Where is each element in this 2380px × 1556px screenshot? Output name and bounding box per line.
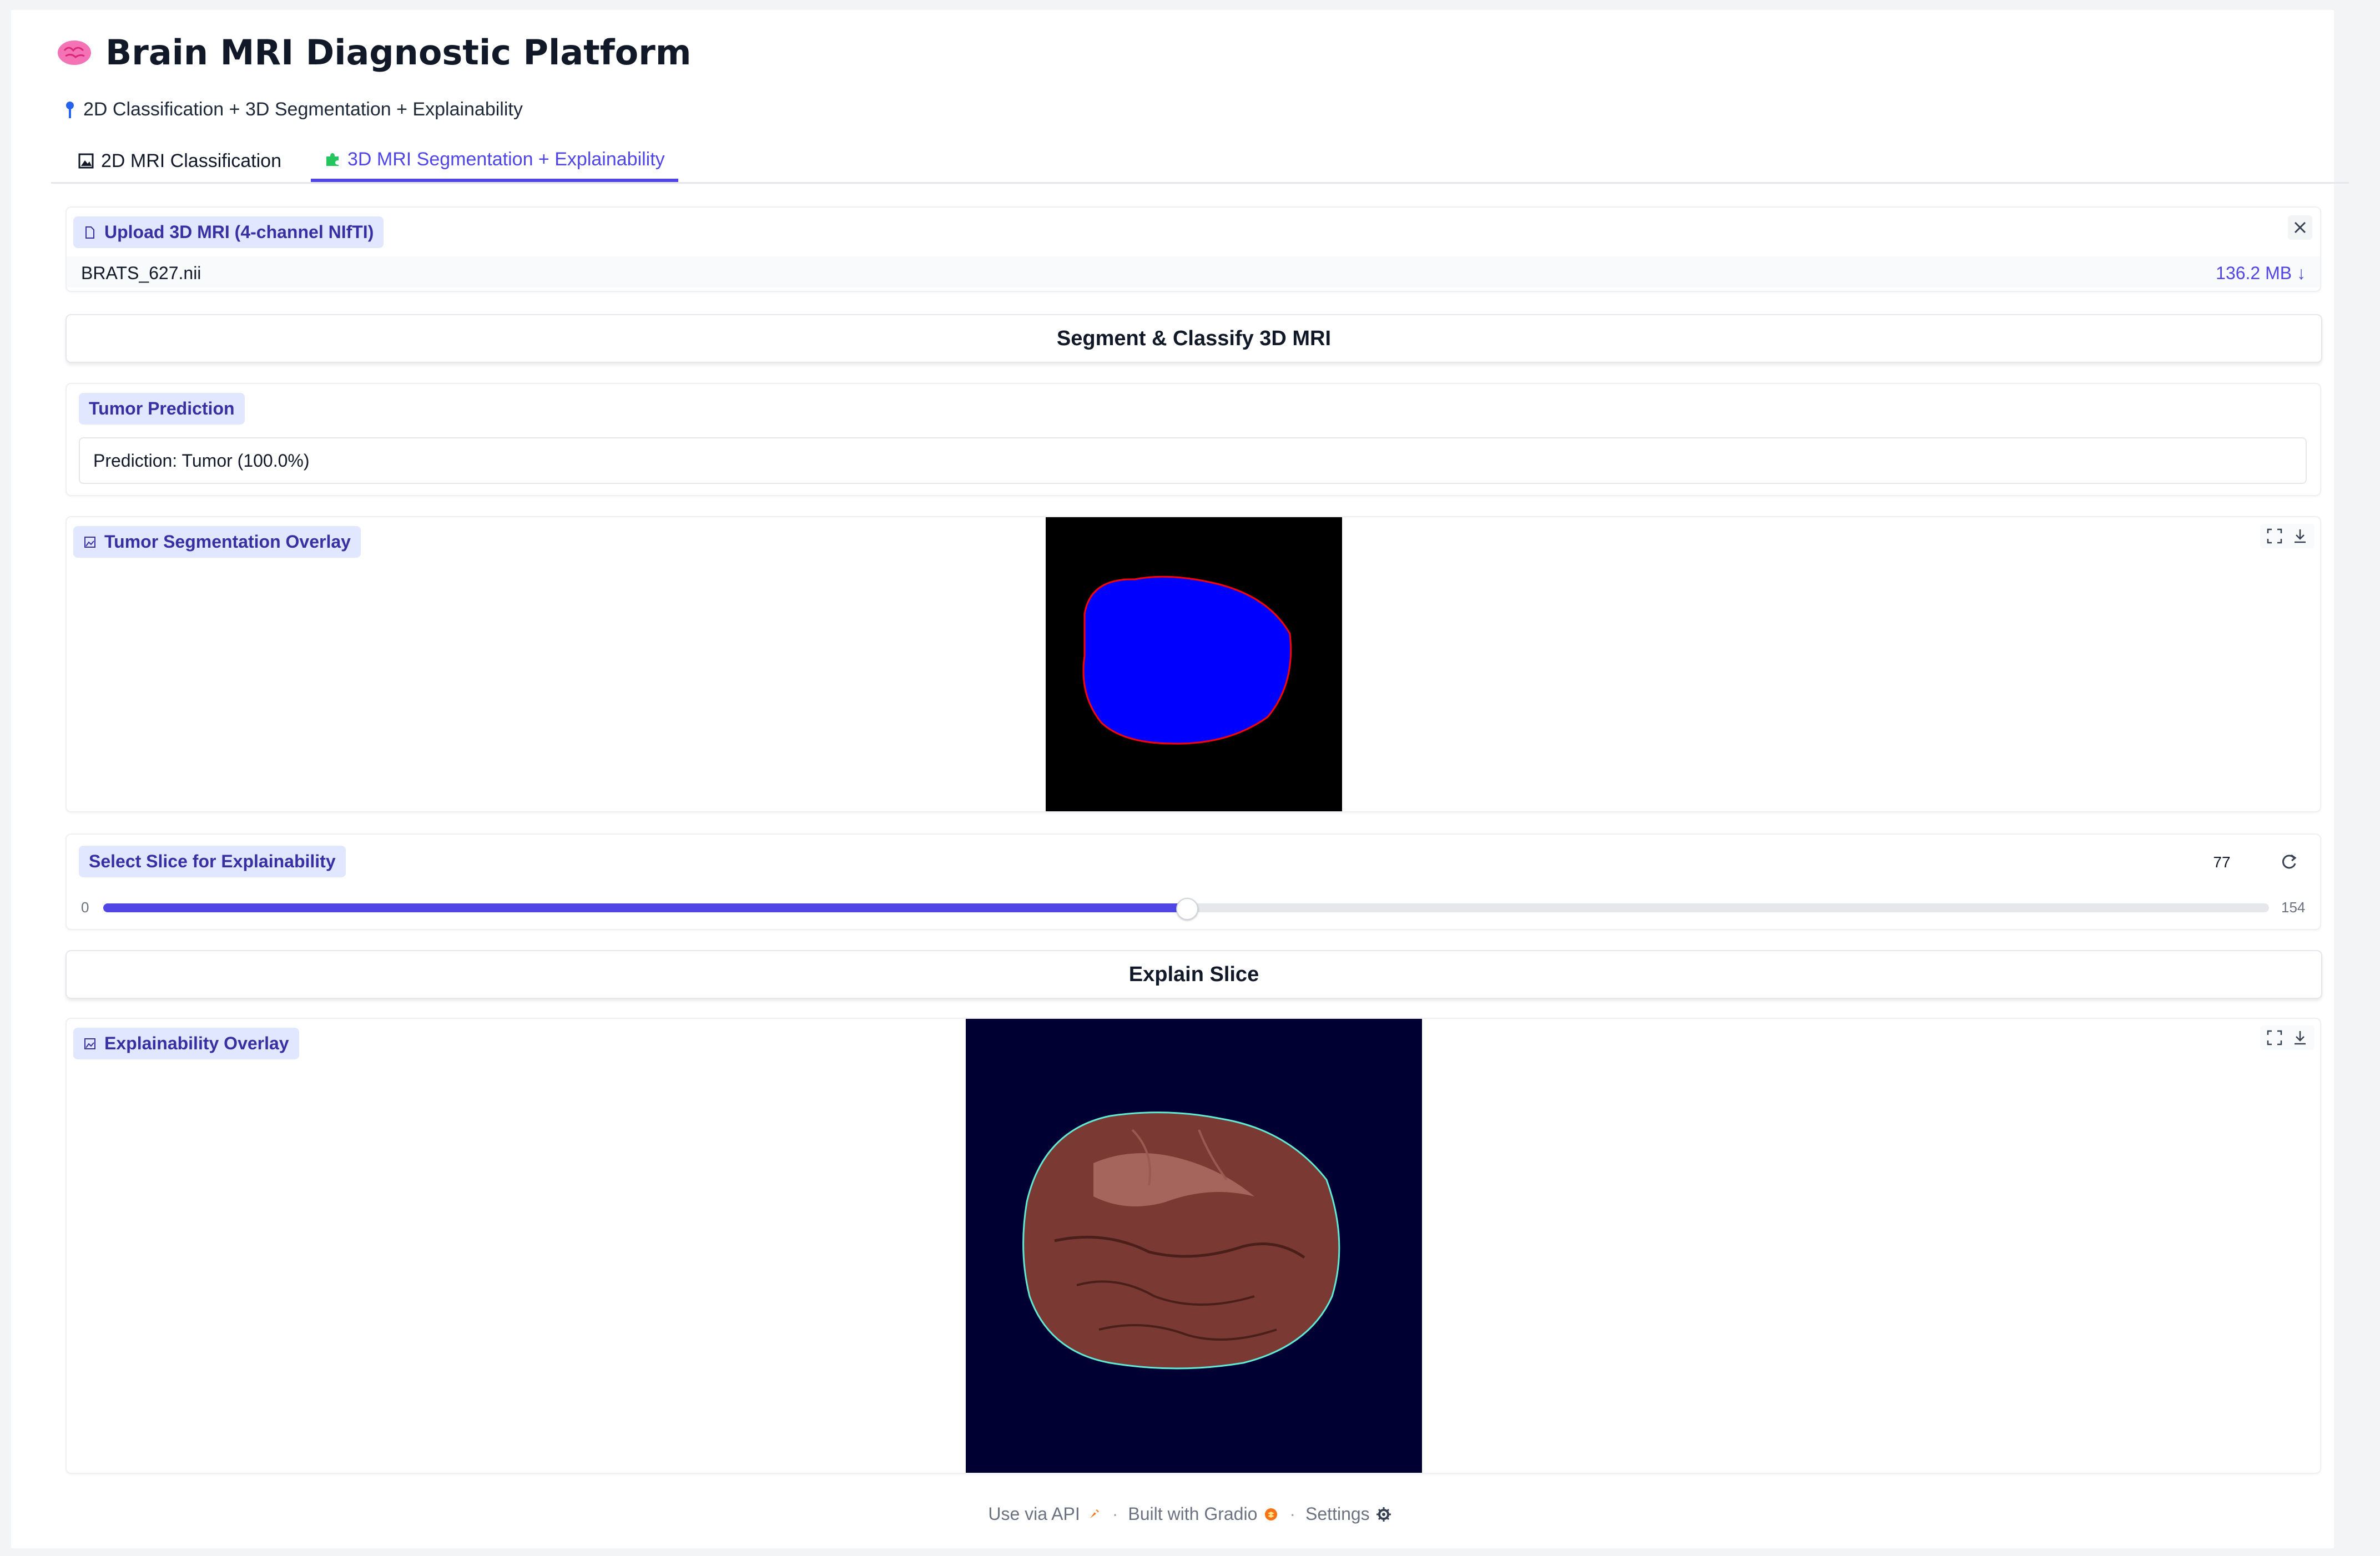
- segmentation-overlay-panel: Tumor Segmentation Overlay: [65, 516, 2321, 812]
- tab-bar: 2D MRI Classification 3D MRI Segmentatio…: [51, 140, 2349, 184]
- explain-slice-button[interactable]: Explain Slice: [65, 950, 2322, 999]
- puzzle-icon: [326, 153, 339, 166]
- tab-label: 2D MRI Classification: [101, 150, 281, 171]
- image-toolbar: [2260, 524, 2315, 548]
- footer-separator: ·: [1112, 1504, 1118, 1524]
- prediction-label-chip: Tumor Prediction: [79, 393, 245, 425]
- slider-label-chip: Select Slice for Explainability: [79, 846, 346, 877]
- image-toolbar: [2260, 1025, 2315, 1050]
- subtitle-text: 2D Classification + 3D Segmentation + Ex…: [83, 99, 523, 120]
- upload-label-chip: Upload 3D MRI (4-channel NIfTI): [73, 216, 384, 248]
- image-icon: [84, 536, 95, 548]
- settings-link[interactable]: Settings: [1305, 1504, 1392, 1524]
- file-upload[interactable]: Upload 3D MRI (4-channel NIfTI) BRATS_62…: [65, 206, 2321, 292]
- slider-fill: [103, 903, 1186, 912]
- slice-slider-panel: Select Slice for Explainability 77 0 154: [65, 833, 2321, 930]
- gradio-logo-icon: [1265, 1508, 1278, 1520]
- settings-label: Settings: [1305, 1504, 1370, 1524]
- file-download-link[interactable]: 136.2 MB ↓: [2216, 263, 2306, 284]
- tab-2d-classification[interactable]: 2D MRI Classification: [64, 140, 295, 182]
- explainability-image: [966, 1019, 1422, 1473]
- slider-label: Select Slice for Explainability: [89, 851, 336, 871]
- explainability-label-chip: Explainability Overlay: [73, 1028, 299, 1059]
- file-row: BRATS_627.nii 136.2 MB ↓: [67, 256, 2320, 287]
- download-icon[interactable]: [2291, 527, 2309, 545]
- explainability-overlay-panel: Explainability Overlay: [65, 1018, 2321, 1474]
- reset-icon[interactable]: [2280, 852, 2299, 871]
- prediction-output: Prediction: Tumor (100.0%): [79, 437, 2307, 484]
- pin-icon: [66, 101, 74, 118]
- segmentation-image: [1046, 517, 1342, 811]
- slider-value-input[interactable]: 77: [2186, 846, 2258, 879]
- built-with-gradio-link[interactable]: Built with Gradio: [1128, 1504, 1279, 1524]
- fullscreen-icon[interactable]: [2266, 1029, 2283, 1047]
- image-icon: [84, 1038, 95, 1049]
- prediction-label: Tumor Prediction: [89, 398, 235, 418]
- footer-separator: ·: [1289, 1504, 1296, 1524]
- upload-label: Upload 3D MRI (4-channel NIfTI): [104, 222, 374, 242]
- close-icon[interactable]: [2288, 215, 2312, 240]
- frame-icon: [78, 153, 94, 169]
- prediction-text: Prediction: Tumor (100.0%): [93, 451, 310, 471]
- rocket-icon: [1090, 1509, 1099, 1518]
- segment-classify-button[interactable]: Segment & Classify 3D MRI: [65, 314, 2322, 363]
- use-via-api-link[interactable]: Use via API: [988, 1504, 1102, 1524]
- app-title: Brain MRI Diagnostic Platform: [105, 32, 692, 73]
- tab-label: 3D MRI Segmentation + Explainability: [347, 148, 665, 170]
- file-icon: [85, 226, 94, 239]
- built-label: Built with Gradio: [1128, 1504, 1258, 1524]
- slider-track[interactable]: [103, 898, 2269, 920]
- slider-min: 0: [81, 899, 89, 916]
- explainability-label: Explainability Overlay: [104, 1033, 289, 1053]
- segmentation-label-chip: Tumor Segmentation Overlay: [73, 526, 361, 558]
- download-icon[interactable]: [2291, 1029, 2309, 1047]
- slider-max: 154: [2281, 899, 2306, 916]
- brain-icon: [58, 40, 91, 65]
- file-name: BRATS_627.nii: [81, 263, 201, 283]
- api-label: Use via API: [988, 1504, 1080, 1524]
- fullscreen-icon[interactable]: [2266, 527, 2283, 545]
- segmentation-label: Tumor Segmentation Overlay: [104, 532, 351, 552]
- footer: Use via API · Built with Gradio · Settin…: [0, 1504, 2380, 1524]
- gear-icon: [1376, 1507, 1391, 1522]
- slider-thumb[interactable]: [1176, 898, 1198, 920]
- prediction-panel: Tumor Prediction Prediction: Tumor (100.…: [65, 383, 2321, 496]
- page-title: Brain MRI Diagnostic Platform: [57, 32, 691, 73]
- app-subtitle: 2D Classification + 3D Segmentation + Ex…: [64, 99, 523, 120]
- tab-3d-segmentation[interactable]: 3D MRI Segmentation + Explainability: [311, 140, 678, 182]
